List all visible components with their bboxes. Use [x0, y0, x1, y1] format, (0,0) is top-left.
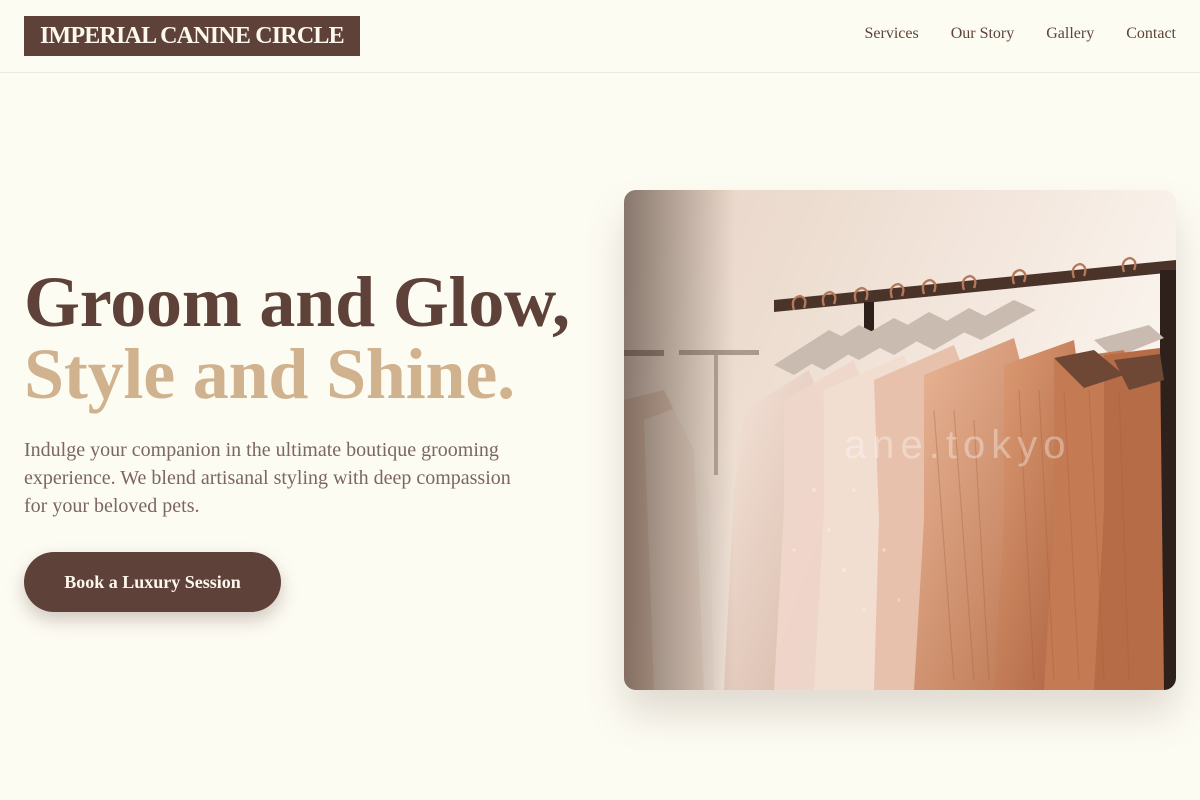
nav-link-contact[interactable]: Contact [1126, 24, 1176, 44]
nav-link-gallery[interactable]: Gallery [1046, 24, 1094, 44]
main-nav: Services Our Story Gallery Contact [864, 24, 1176, 44]
image-watermark: ane.tokyo [844, 423, 1071, 467]
site-logo[interactable]: IMPERIAL CANINE CIRCLE [24, 16, 360, 56]
nav-link-our-story[interactable]: Our Story [951, 24, 1015, 44]
book-session-button[interactable]: Book a Luxury Session [24, 552, 281, 612]
hero-title-line-1: Groom and Glow, [24, 262, 570, 342]
hero-title-line-2: Style and Shine. [24, 334, 515, 414]
hero-image: ane.tokyo [624, 190, 1176, 690]
site-header: IMPERIAL CANINE CIRCLE Services Our Stor… [0, 0, 1200, 73]
nav-link-services[interactable]: Services [864, 24, 918, 44]
hero-title: Groom and Glow, Style and Shine. [24, 266, 570, 410]
hero-description: Indulge your companion in the ultimate b… [24, 439, 511, 517]
